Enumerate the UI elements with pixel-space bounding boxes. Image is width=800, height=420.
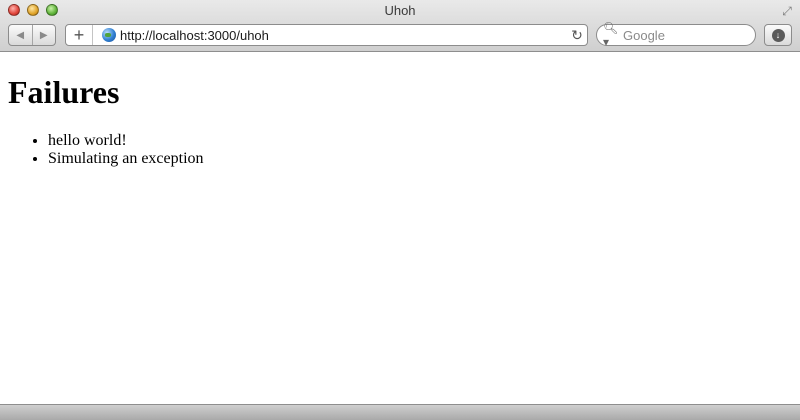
list-item: Simulating an exception bbox=[48, 150, 204, 168]
reload-button[interactable]: ↻ bbox=[567, 25, 587, 45]
add-bookmark-button[interactable]: + bbox=[66, 25, 93, 45]
fullscreen-icon[interactable]: ⤢ bbox=[780, 4, 794, 18]
page-content: Failures hello world! Simulating an exce… bbox=[0, 53, 800, 403]
browser-window: Uhoh ⤢ ◀ ▶ + http://localhost:3000/uhoh … bbox=[0, 0, 800, 420]
window-title: Uhoh bbox=[384, 3, 416, 18]
forward-arrow-icon: ▶ bbox=[39, 29, 48, 41]
back-button[interactable]: ◀ bbox=[9, 25, 32, 45]
downloads-button[interactable]: ↓ bbox=[764, 24, 792, 46]
status-bar bbox=[0, 404, 800, 420]
browser-toolbar: Uhoh ⤢ ◀ ▶ + http://localhost:3000/uhoh … bbox=[0, 0, 800, 52]
address-bar[interactable]: + http://localhost:3000/uhoh ↻ bbox=[65, 24, 588, 46]
nav-buttons: ◀ ▶ bbox=[8, 24, 56, 46]
reload-icon: ↻ bbox=[571, 26, 583, 43]
plus-icon: + bbox=[73, 25, 85, 45]
page-title: Failures bbox=[8, 74, 120, 110]
search-icon: 🔍︎▾ bbox=[603, 21, 619, 49]
globe-icon bbox=[102, 28, 116, 42]
forward-button[interactable]: ▶ bbox=[31, 25, 56, 45]
list-item: hello world! bbox=[48, 132, 204, 150]
failure-list: hello world! Simulating an exception bbox=[8, 132, 204, 168]
url-text[interactable]: http://localhost:3000/uhoh bbox=[120, 28, 567, 43]
download-icon: ↓ bbox=[771, 28, 785, 42]
search-field[interactable]: 🔍︎▾ bbox=[596, 21, 756, 49]
back-arrow-icon: ◀ bbox=[16, 29, 25, 41]
search-input[interactable] bbox=[623, 27, 743, 43]
